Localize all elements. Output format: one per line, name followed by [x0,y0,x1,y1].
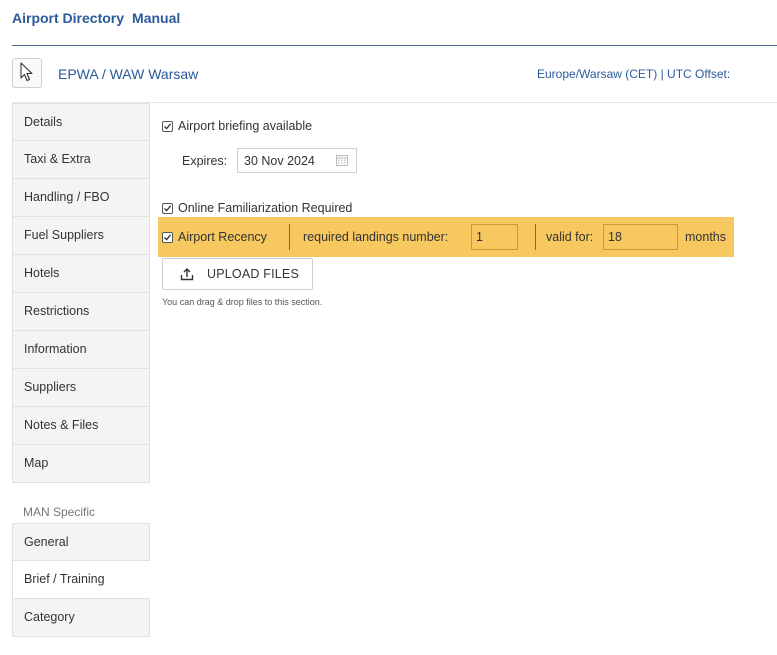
sidebar-item-details[interactable]: Details [12,103,150,141]
upload-hint: You can drag & drop files to this sectio… [162,297,323,307]
cursor-icon[interactable] [12,58,42,88]
recency-checkbox[interactable] [162,232,173,243]
sidebar-item-brief-training[interactable]: Brief / Training [12,561,150,599]
upload-files-button[interactable]: UPLOAD FILES [162,258,313,290]
upload-files-label: UPLOAD FILES [207,267,300,281]
header-divider [12,45,777,46]
recency-label: Airport Recency [178,230,267,244]
app-title: Airport Directory [12,10,125,26]
sidebar-item-map[interactable]: Map [12,445,150,483]
briefing-checkbox[interactable] [162,121,173,132]
sidebar-group-label: MAN Specific [23,505,96,519]
airport-bar: EPWA / WAW Warsaw Europe/Warsaw (CET) | … [12,58,777,92]
valid-for-label: valid for: [546,230,594,244]
sidebar-item-general[interactable]: General [12,523,150,561]
airport-name: EPWA / WAW Warsaw [58,66,199,82]
landings-label: required landings number: [303,230,449,244]
sidebar-item-information[interactable]: Information [12,331,150,369]
sidebar-item-handling-fbo[interactable]: Handling / FBO [12,179,150,217]
sidebar-item-restrictions[interactable]: Restrictions [12,293,150,331]
expires-row: Expires: 30 Nov 2024 [182,148,357,173]
landings-input[interactable]: 1 [471,224,518,250]
separator [289,224,290,250]
briefing-label: Airport briefing available [178,119,313,133]
months-label: months [685,230,726,244]
sidebar-item-hotels[interactable]: Hotels [12,255,150,293]
app-subtitle: Manual [132,10,181,26]
sidebar-item-fuel-suppliers[interactable]: Fuel Suppliers [12,217,150,255]
sidebar-item-notes-files[interactable]: Notes & Files [12,407,150,445]
briefing-row: Airport briefing available [162,119,312,133]
upload-icon [180,267,194,284]
valid-for-input[interactable]: 18 [603,224,678,250]
recency-row: Airport Recency required landings number… [158,217,734,257]
familiarization-row: Online Familiarization Required [162,201,352,215]
expires-label: Expires: [182,154,228,168]
familiarization-label: Online Familiarization Required [178,201,353,215]
sidebar-item-category[interactable]: Category [12,599,150,637]
expires-date-value: 30 Nov 2024 [244,154,315,168]
airport-timezone: Europe/Warsaw (CET) | UTC Offset: [537,67,731,81]
familiarization-checkbox[interactable] [162,203,173,214]
page-title: Airport Directory Manual [12,10,180,26]
sidebar-item-taxi-extra[interactable]: Taxi & Extra [12,141,150,179]
expires-date-field[interactable]: 30 Nov 2024 [237,148,357,173]
sidebar: Details Taxi & Extra Handling / FBO Fuel… [12,103,150,637]
sidebar-item-suppliers[interactable]: Suppliers [12,369,150,407]
calendar-icon[interactable] [336,154,348,169]
recency-checkbox-wrap: Airport Recency [162,230,267,244]
separator [535,224,536,250]
